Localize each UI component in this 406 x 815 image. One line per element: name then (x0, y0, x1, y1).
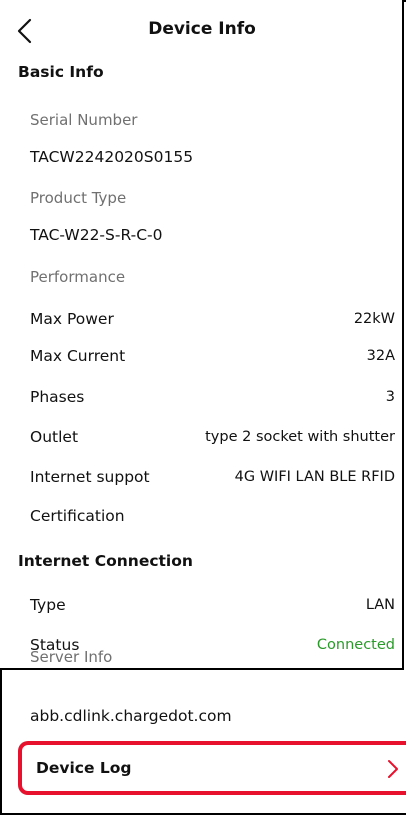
performance-label: Performance (30, 268, 126, 286)
device-info-panel: Device Info Basic Info Serial Number TAC… (0, 0, 404, 670)
product-type-value: TAC-W22-S-R-C-0 (30, 226, 163, 244)
page-title: Device Info (148, 19, 256, 39)
server-url-value: abb.cdlink.chargedot.com (30, 707, 232, 725)
section-title-basic-info: Basic Info (18, 63, 104, 81)
connection-status-value: Connected (316, 637, 395, 653)
spec-value: 22kW (353, 311, 395, 327)
spec-value: 32A (366, 348, 395, 364)
device-log-button[interactable]: Device Log (18, 741, 406, 795)
spec-row-internet-support: Internet suppot 4G WIFI LAN BLE RFID (30, 456, 395, 498)
chevron-right-icon (388, 760, 398, 778)
spec-value: 3 (385, 389, 395, 405)
spec-row-phases: Phases 3 (30, 376, 395, 418)
serial-number-value: TACW2242020S0155 (30, 148, 194, 166)
spec-label: Max Power (30, 310, 114, 328)
spec-label: Internet suppot (30, 468, 150, 486)
spec-row-outlet: Outlet type 2 socket with shutter (30, 416, 395, 458)
header: Device Info (0, 0, 404, 60)
spec-label: Phases (30, 388, 85, 406)
connection-type-label: Type (30, 596, 66, 614)
spec-label: Max Current (30, 347, 126, 365)
serial-number-label: Serial Number (30, 111, 138, 129)
spec-row-certification: Certification (30, 495, 395, 537)
server-info-label: Server Info (30, 648, 113, 666)
spec-value: type 2 socket with shutter (205, 429, 395, 445)
spec-label: Certification (30, 507, 125, 525)
spec-label: Outlet (30, 428, 79, 446)
connection-row-type: Type LAN (30, 584, 395, 626)
product-type-label: Product Type (30, 189, 127, 207)
connection-type-value: LAN (365, 597, 395, 613)
spec-value: 4G WIFI LAN BLE RFID (234, 469, 395, 485)
section-title-internet-connection: Internet Connection (18, 552, 193, 570)
device-log-label: Device Log (36, 759, 132, 777)
spec-row-max-current: Max Current 32A (30, 335, 395, 377)
spec-row-max-power: Max Power 22kW (30, 298, 395, 340)
